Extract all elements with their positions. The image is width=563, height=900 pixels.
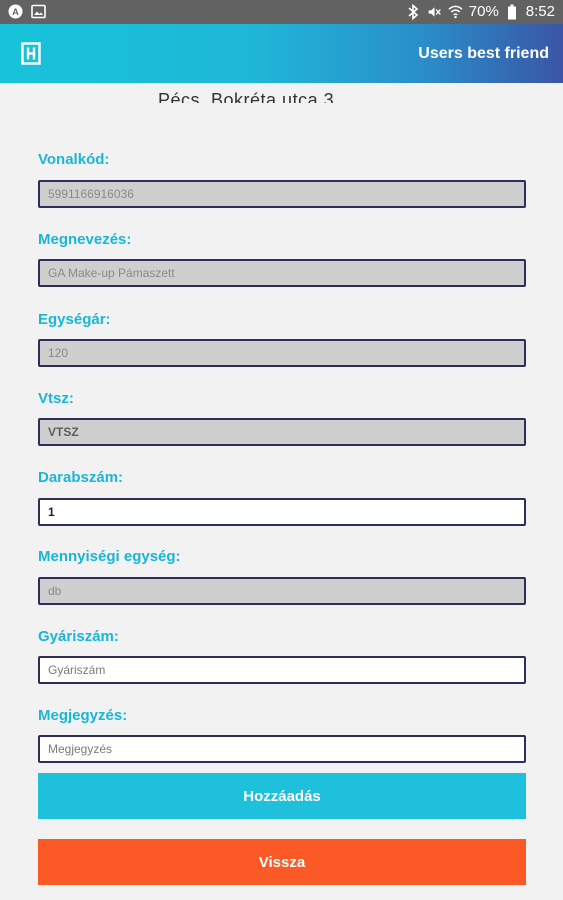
barcode-label: Vonalkód: <box>38 151 110 168</box>
quantity-field[interactable] <box>38 498 526 526</box>
clock: 8:52 <box>525 3 555 20</box>
back-button[interactable]: Vissza <box>38 839 526 885</box>
wifi-icon <box>448 4 463 19</box>
unit-label: Mennyiségi egység: <box>38 548 181 565</box>
add-button[interactable]: Hozzáadás <box>38 773 526 819</box>
battery-percentage: 70% <box>468 3 499 20</box>
unit-price-label: Egységár: <box>38 311 111 328</box>
mute-icon <box>427 4 442 19</box>
image-icon <box>31 4 46 19</box>
quantity-label: Darabszám: <box>38 469 124 486</box>
unit-field <box>38 577 526 605</box>
name-field <box>38 259 526 287</box>
name-label: Megnevezés: <box>38 231 132 248</box>
a-icon: A <box>8 4 23 19</box>
app-header: Users best friend <box>0 24 563 83</box>
page-title: Pécs, Bokréta utca 3. <box>158 90 340 103</box>
bluetooth-icon <box>406 3 421 20</box>
status-bar: A 70% 8:52 <box>0 0 563 24</box>
serial-field[interactable] <box>38 656 526 684</box>
battery-icon <box>505 4 520 19</box>
unit-price-field <box>38 339 526 367</box>
svg-text:A: A <box>12 7 19 17</box>
vtsz-label: Vtsz: <box>38 390 74 407</box>
app-title: Users best friend <box>418 45 549 62</box>
vtsz-field <box>38 418 526 446</box>
barcode-field <box>38 180 526 208</box>
serial-label: Gyáriszám: <box>38 628 119 645</box>
note-label: Megjegyzés: <box>38 707 128 724</box>
h-logo-icon[interactable] <box>21 42 41 65</box>
note-field[interactable] <box>38 735 526 763</box>
clipped-page-title: Pécs, Bokréta utca 3. <box>0 83 563 103</box>
